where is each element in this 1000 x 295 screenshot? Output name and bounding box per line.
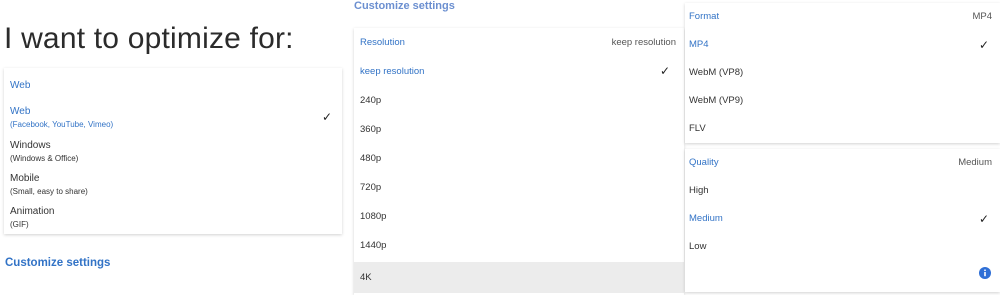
resolution-option-240p[interactable]: 240p bbox=[354, 86, 684, 115]
resolution-option-keep[interactable]: keep resolution ✓ bbox=[354, 57, 684, 86]
option-web[interactable]: Web (Facebook, YouTube, Vimeo) ✓ bbox=[10, 106, 336, 129]
resolution-option-360p[interactable]: 360p bbox=[354, 115, 684, 144]
optimize-selected-header[interactable]: Web bbox=[10, 80, 30, 91]
quality-header[interactable]: Quality Medium bbox=[689, 149, 995, 177]
resolution-option-720p[interactable]: 720p bbox=[354, 173, 684, 202]
resolution-option-label: 4K bbox=[360, 272, 372, 283]
resolution-value: keep resolution bbox=[611, 37, 676, 48]
format-label: Format bbox=[689, 11, 720, 22]
check-icon: ✓ bbox=[978, 38, 989, 52]
format-option-webm-vp8[interactable]: WebM (VP8) bbox=[689, 59, 995, 87]
option-windows-label: Windows bbox=[10, 140, 51, 151]
resolution-dropdown: Resolution keep resolution keep resoluti… bbox=[354, 28, 684, 295]
quality-dropdown: Quality Medium High Medium ✓ Low bbox=[685, 149, 1000, 292]
check-icon: ✓ bbox=[659, 64, 670, 78]
option-animation-sub: (GIF) bbox=[10, 220, 29, 229]
customize-settings-title: Customize settings bbox=[354, 0, 455, 12]
resolution-option-label: 720p bbox=[360, 182, 382, 193]
format-option-flv[interactable]: FLV bbox=[689, 115, 995, 143]
resolution-option-label: 240p bbox=[360, 95, 382, 106]
resolution-header[interactable]: Resolution keep resolution bbox=[354, 28, 684, 57]
quality-option-medium[interactable]: Medium ✓ bbox=[689, 205, 995, 233]
format-option-label: WebM (VP8) bbox=[689, 67, 744, 78]
option-windows-sub: (Windows & Office) bbox=[10, 154, 79, 163]
option-web-label: Web bbox=[10, 106, 31, 117]
option-animation-label: Animation bbox=[10, 206, 55, 217]
page-title: I want to optimize for: bbox=[4, 22, 294, 55]
resolution-option-4k[interactable]: 4K bbox=[354, 262, 684, 293]
quality-option-label: Low bbox=[689, 241, 707, 252]
resolution-option-label: keep resolution bbox=[360, 66, 425, 77]
resolution-label: Resolution bbox=[360, 37, 405, 48]
resolution-option-label: 360p bbox=[360, 124, 382, 135]
option-mobile-label: Mobile bbox=[10, 173, 40, 184]
quality-value: Medium bbox=[958, 157, 992, 168]
option-mobile-sub: (Small, easy to share) bbox=[10, 187, 88, 196]
format-option-label: FLV bbox=[689, 123, 706, 134]
format-option-webm-vp9[interactable]: WebM (VP9) bbox=[689, 87, 995, 115]
resolution-option-label: 1080p bbox=[360, 211, 387, 222]
check-icon: ✓ bbox=[321, 110, 332, 124]
resolution-option-480p[interactable]: 480p bbox=[354, 144, 684, 173]
format-option-label: MP4 bbox=[689, 39, 709, 50]
option-windows[interactable]: Windows (Windows & Office) bbox=[10, 140, 336, 163]
customize-settings-link[interactable]: Customize settings bbox=[5, 257, 110, 269]
option-mobile[interactable]: Mobile (Small, easy to share) bbox=[10, 173, 336, 196]
resolution-option-label: 1440p bbox=[360, 240, 387, 251]
resolution-option-1440p[interactable]: 1440p bbox=[354, 231, 684, 260]
format-header[interactable]: Format MP4 bbox=[689, 3, 995, 31]
optimize-options-card: Web Web (Facebook, YouTube, Vimeo) ✓ Win… bbox=[4, 68, 342, 234]
option-web-sub: (Facebook, YouTube, Vimeo) bbox=[10, 120, 114, 129]
option-animation[interactable]: Animation (GIF) bbox=[10, 206, 336, 229]
format-dropdown: Format MP4 MP4 ✓ WebM (VP8) WebM (VP9) F… bbox=[685, 3, 1000, 143]
resolution-option-label: 480p bbox=[360, 153, 382, 164]
info-icon[interactable] bbox=[979, 267, 991, 279]
format-option-mp4[interactable]: MP4 ✓ bbox=[689, 31, 995, 59]
check-icon: ✓ bbox=[978, 212, 989, 226]
format-value: MP4 bbox=[972, 11, 992, 22]
resolution-option-1080p[interactable]: 1080p bbox=[354, 202, 684, 231]
quality-option-low[interactable]: Low bbox=[689, 233, 995, 261]
quality-option-label: High bbox=[689, 185, 709, 196]
quality-option-high[interactable]: High bbox=[689, 177, 995, 205]
quality-label: Quality bbox=[689, 157, 719, 168]
quality-option-label: Medium bbox=[689, 213, 723, 224]
format-option-label: WebM (VP9) bbox=[689, 95, 744, 106]
